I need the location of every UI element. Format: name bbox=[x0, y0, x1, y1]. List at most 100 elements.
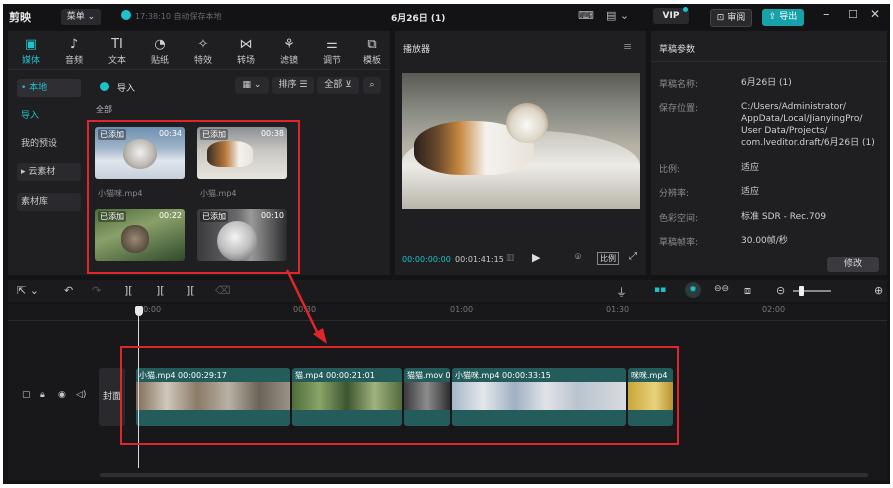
effects-icon: ✧ bbox=[197, 37, 209, 52]
split-icon[interactable]: ][ bbox=[124, 284, 133, 297]
draft-panel: 草稿参数 草稿名称: 6月26日 (1) 保存位置: C:/Users/Admi… bbox=[651, 31, 887, 275]
tool-adjust[interactable]: ⚌ 调节 bbox=[313, 37, 351, 66]
tool-audio[interactable]: ♪ 音频 bbox=[55, 37, 93, 66]
eye-icon[interactable]: ◉ bbox=[58, 390, 66, 400]
select-cursor-icon[interactable]: ⇱ ⌄ bbox=[17, 284, 39, 297]
close-icon[interactable]: ✕ bbox=[870, 7, 880, 21]
tool-filter[interactable]: ⚘ 滤镜 bbox=[270, 37, 308, 66]
divider bbox=[651, 61, 887, 62]
expand-icon[interactable]: ⤢ bbox=[629, 251, 637, 262]
param-key: 分辨率: bbox=[659, 189, 690, 199]
split-right-icon[interactable]: ][ bbox=[186, 284, 195, 297]
title-bar: 剪映 菜单 ⌄ 17:38:10 自动保存本地 6月26日 (1) ⌨ ▤ ⌄ … bbox=[3, 4, 890, 30]
divider bbox=[8, 320, 887, 321]
sticker-icon: ◔ bbox=[154, 37, 166, 52]
timeline-toolbar: ⇱ ⌄ ↶ ↷ ][ ][ ][ ⌫ ⏚ ▪▪ ✹ ⊖⊖ ⧈ ⊝ ⊕ bbox=[8, 280, 887, 302]
vip-dot bbox=[683, 7, 688, 12]
sidebar-item-presets[interactable]: 我的预设 bbox=[17, 135, 81, 153]
tool-template[interactable]: ⧉ 模板 bbox=[353, 37, 391, 66]
magnet-icon[interactable]: ▪▪ bbox=[654, 285, 666, 295]
param-key: 草稿名称: bbox=[659, 80, 699, 90]
linkage-icon[interactable]: ✹ bbox=[685, 282, 701, 298]
sidebar-item-local[interactable]: • 本地 bbox=[17, 79, 81, 97]
view-toggle-icon[interactable]: ▦ ⌄ bbox=[235, 77, 269, 94]
autosave-check-icon bbox=[121, 10, 131, 20]
keyboard-icon[interactable]: ⌨ bbox=[578, 9, 594, 22]
playhead-handle[interactable] bbox=[135, 306, 143, 316]
filter-all-button[interactable]: 全部 ⊻ bbox=[317, 77, 359, 94]
tool-label: 特效 bbox=[193, 56, 212, 66]
param-key: 比例: bbox=[659, 165, 681, 175]
tool-transition[interactable]: ⋈ 转场 bbox=[227, 37, 265, 66]
tool-label: 转场 bbox=[236, 56, 255, 66]
fullscreen-preview-icon[interactable]: ⌾ bbox=[575, 252, 581, 263]
split-view-icon[interactable]: ⧈ bbox=[744, 284, 751, 298]
sidebar-item-library[interactable]: 素材库 bbox=[17, 193, 81, 211]
app-window: 剪映 菜单 ⌄ 17:38:10 自动保存本地 6月26日 (1) ⌨ ▤ ⌄ … bbox=[3, 4, 890, 484]
menu-lines-icon[interactable]: ≡ bbox=[623, 40, 632, 53]
zoom-out-icon[interactable]: ⊝ bbox=[776, 284, 785, 297]
zoom-slider-handle[interactable] bbox=[799, 286, 804, 296]
export-label: 导出 bbox=[779, 12, 798, 22]
import-dot-icon bbox=[100, 82, 109, 91]
param-value: C:/Users/Administrator/ AppData/Local/Ji… bbox=[741, 102, 875, 148]
tool-media[interactable]: ▣ 媒体 bbox=[12, 37, 50, 66]
delete-icon[interactable]: ⌫ bbox=[215, 284, 231, 297]
filter-all-label: 全部 bbox=[324, 80, 343, 90]
param-value: 适应 bbox=[741, 187, 760, 197]
sort-label: 排序 bbox=[278, 80, 297, 90]
review-button[interactable]: ⊡ 审阅 bbox=[710, 9, 752, 27]
param-value: 6月26日 (1) bbox=[741, 78, 792, 88]
ratio-button[interactable]: 比例 bbox=[597, 252, 619, 265]
split-left-icon[interactable]: ][ bbox=[156, 284, 165, 297]
lock-icon[interactable]: 🔒︎ bbox=[40, 390, 45, 400]
layout-icon[interactable]: ▤ ⌄ bbox=[606, 9, 629, 22]
audio-icon: ♪ bbox=[69, 37, 79, 52]
ruler-label: 01:30 bbox=[606, 305, 630, 314]
adjust-icon: ⚌ bbox=[326, 37, 338, 52]
maximize-icon[interactable]: ☐ bbox=[848, 8, 858, 21]
timeline-scrollbar[interactable] bbox=[100, 473, 868, 477]
microphone-icon[interactable]: ⏚ bbox=[616, 284, 627, 300]
autosave-status: 17:38:10 自动保存本地 bbox=[135, 12, 222, 21]
review-label: 审阅 bbox=[727, 13, 746, 23]
param-key: 色彩空间: bbox=[659, 214, 699, 224]
search-icon[interactable]: ⌕ bbox=[363, 77, 381, 94]
modify-button[interactable]: 修改 bbox=[827, 257, 879, 272]
highlight-box bbox=[120, 346, 679, 445]
track-video-icon[interactable]: ▢ bbox=[22, 390, 31, 400]
media-icon: ▣ bbox=[24, 37, 38, 52]
import-button[interactable]: 导入 bbox=[117, 81, 135, 94]
video-preview[interactable] bbox=[402, 73, 640, 209]
waveform-icon: ▥ bbox=[506, 253, 515, 263]
export-icon: ⇪ bbox=[768, 12, 777, 22]
tool-effects[interactable]: ✧ 特效 bbox=[184, 37, 222, 66]
sidebar-item-import[interactable]: 导入 bbox=[17, 107, 81, 125]
text-icon: TI bbox=[111, 37, 123, 52]
current-time: 00:00:00:00 bbox=[402, 255, 451, 264]
preview-axis-icon[interactable]: ⊖⊖ bbox=[714, 284, 729, 294]
filter-icon: ⚘ bbox=[283, 37, 295, 52]
menu-button[interactable]: 菜单 ⌄ bbox=[61, 9, 101, 25]
zoom-in-icon[interactable]: ⊕ bbox=[874, 284, 883, 297]
param-value: 标准 SDR - Rec.709 bbox=[741, 212, 827, 222]
cat-head-image bbox=[506, 103, 548, 143]
param-value: 30.00帧/秒 bbox=[741, 236, 788, 246]
undo-icon[interactable]: ↶ bbox=[64, 284, 73, 297]
project-title: 6月26日 (1) bbox=[391, 14, 446, 24]
sidebar-item-cloud[interactable]: ▸ 云素材 bbox=[17, 163, 81, 181]
redo-icon[interactable]: ↷ bbox=[92, 284, 101, 297]
ruler-label: 02:00 bbox=[762, 305, 786, 314]
tool-text[interactable]: TI 文本 bbox=[98, 37, 136, 66]
export-button[interactable]: ⇪ 导出 bbox=[762, 9, 804, 26]
sort-button[interactable]: 排序 ☰ bbox=[272, 77, 314, 94]
volume-icon[interactable]: ◁) bbox=[76, 390, 86, 400]
play-icon[interactable]: ▶ bbox=[532, 251, 540, 264]
minimize-icon[interactable]: – bbox=[823, 7, 830, 22]
tool-sticker[interactable]: ◔ 贴纸 bbox=[141, 37, 179, 66]
tool-label: 贴纸 bbox=[150, 56, 169, 66]
highlight-box bbox=[87, 120, 300, 274]
tool-label: 调节 bbox=[322, 56, 341, 66]
divider bbox=[8, 69, 390, 70]
chevron-down-icon: ⌄ bbox=[87, 12, 96, 22]
